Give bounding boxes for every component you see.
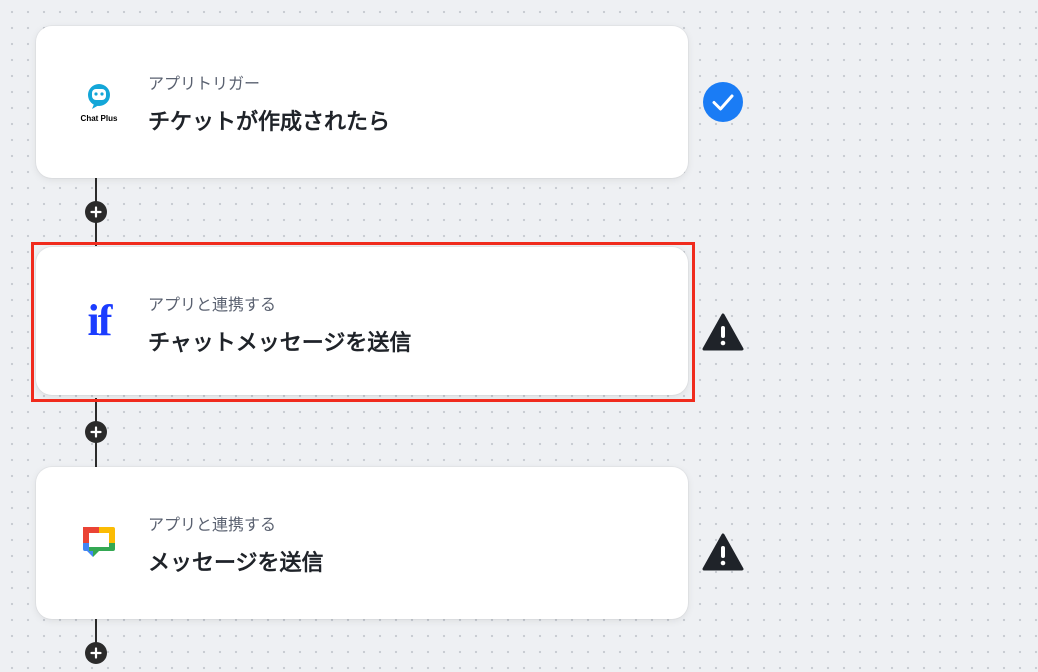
if-app-icon: if	[74, 296, 124, 346]
google-chat-logo	[83, 527, 115, 557]
google-chat-app-icon	[74, 518, 124, 568]
add-step-button-2[interactable]	[85, 421, 107, 443]
add-step-button-3[interactable]	[85, 642, 107, 664]
plus-icon	[90, 647, 102, 659]
chat-plus-logo: Chat Plus	[81, 84, 118, 123]
step-subtitle: アプリと連携する	[148, 295, 277, 314]
step-subtitle: アプリトリガー	[148, 74, 261, 93]
warning-icon	[702, 533, 744, 571]
flow-step-card-send-chat-message[interactable]: if アプリと連携する チャットメッセージを送信	[36, 247, 688, 395]
step-subtitle: アプリと連携する	[148, 515, 277, 534]
chat-plus-label: Chat Plus	[81, 114, 118, 123]
add-step-button-1[interactable]	[85, 201, 107, 223]
warning-icon	[702, 313, 744, 351]
step-title: チャットメッセージを送信	[148, 331, 412, 356]
step-status-warning	[702, 531, 744, 573]
step-title: チケットが作成されたら	[148, 110, 391, 135]
flow-step-card-trigger[interactable]: Chat Plus アプリトリガー チケットが作成されたら	[36, 26, 688, 178]
plus-icon	[90, 206, 102, 218]
step-status-complete	[702, 81, 744, 123]
flow-step-card-send-message[interactable]: アプリと連携する メッセージを送信	[36, 467, 688, 619]
step-status-warning	[702, 311, 744, 353]
plus-icon	[90, 426, 102, 438]
chat-plus-app-icon: Chat Plus	[74, 77, 124, 127]
step-title: メッセージを送信	[148, 551, 324, 576]
check-circle-icon	[703, 82, 743, 122]
if-logo: if	[87, 296, 113, 345]
